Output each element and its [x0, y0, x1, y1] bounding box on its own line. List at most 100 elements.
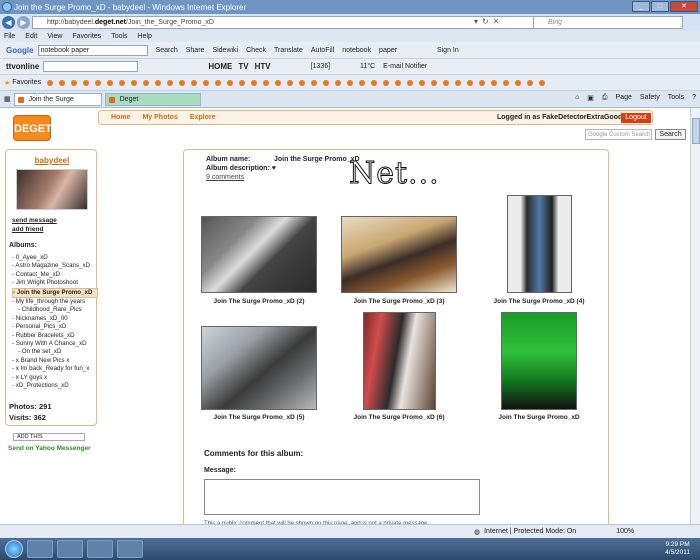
album-link[interactable]: - xD_Protections_xD [12, 382, 98, 390]
sign-in-button[interactable]: Sign In [437, 47, 459, 54]
photo-title[interactable]: Join The Surge Promo_xD (4) [484, 298, 594, 305]
autofill-button[interactable]: AutoFill [311, 47, 334, 54]
favorite-link-icon[interactable] [347, 79, 354, 86]
help-icon[interactable]: ? [692, 94, 696, 102]
photo-title[interactable]: Join The Surge Promo_xD (5) [201, 414, 317, 421]
scrollbar-thumb[interactable] [692, 118, 700, 144]
zoom-level[interactable]: 100% [616, 528, 634, 535]
favorite-link-icon[interactable] [323, 79, 330, 86]
page-menu[interactable]: Page [616, 94, 632, 102]
nav-explore[interactable]: Explore [190, 114, 216, 121]
email-notifier-button[interactable]: E-mail Notifier [383, 63, 427, 70]
favorite-link-icon[interactable] [407, 79, 414, 86]
favorite-link-icon[interactable] [251, 79, 258, 86]
tv-htv-button[interactable]: HTV [255, 62, 271, 71]
favorite-link-icon[interactable] [443, 79, 450, 86]
favorite-link-icon[interactable] [179, 79, 186, 86]
album-link[interactable]: - Astro Magazine_Scans_xD [12, 262, 98, 270]
close-window-button[interactable]: ✕ [670, 1, 698, 12]
favorite-link-icon[interactable] [527, 79, 534, 86]
system-clock[interactable]: 9:29 PM 4/5/2011 [665, 541, 690, 557]
favorite-link-icon[interactable] [95, 79, 102, 86]
photo-thumbnail[interactable] [507, 195, 572, 293]
menu-edit[interactable]: Edit [25, 33, 37, 40]
favorite-link-icon[interactable] [311, 79, 318, 86]
favorite-link-icon[interactable] [83, 79, 90, 86]
favorite-link-icon[interactable] [515, 79, 522, 86]
favorite-link-icon[interactable] [167, 79, 174, 86]
translate-button[interactable]: Translate [274, 47, 303, 54]
photo-thumbnail[interactable] [201, 216, 317, 293]
stop-icon[interactable]: ✕ [493, 17, 500, 26]
weather-temp[interactable]: 11°C [360, 63, 375, 70]
menu-tools[interactable]: Tools [111, 33, 127, 40]
send-yahoo-link[interactable]: Send on Yahoo Messenger [8, 445, 91, 452]
taskbar-ie-icon[interactable] [27, 540, 53, 558]
share-button[interactable]: Share [186, 47, 205, 54]
send-message-link[interactable]: send message [12, 217, 57, 224]
album-link[interactable]: - Jim Wright Photoshoot [12, 279, 98, 287]
tv-counter[interactable]: [1336] [311, 63, 330, 70]
favorite-link-icon[interactable] [131, 79, 138, 86]
photo-thumbnail[interactable] [363, 312, 436, 410]
menu-favorites[interactable]: Favorites [72, 33, 101, 40]
sidewiki-button[interactable]: Sidewiki [212, 47, 238, 54]
album-link[interactable]: - Sonny With A Chance_xD [12, 340, 98, 348]
dropdown-icon[interactable]: ▾ [474, 17, 478, 26]
google-search-input[interactable]: notebook paper [37, 44, 148, 56]
tv-tv-button[interactable]: TV [238, 62, 248, 71]
profile-avatar[interactable] [16, 169, 88, 210]
feeds-icon[interactable]: ▣ [587, 94, 594, 102]
album-link[interactable]: - x Brand New Pics x [12, 357, 98, 365]
favorite-link-icon[interactable] [59, 79, 66, 86]
tools-menu[interactable]: Tools [668, 94, 684, 102]
taskbar-messenger-icon[interactable] [87, 540, 113, 558]
favorite-link-icon[interactable] [455, 79, 462, 86]
tv-toolbar-input[interactable] [43, 61, 139, 72]
favorite-link-icon[interactable] [359, 79, 366, 86]
favorite-link-icon[interactable] [335, 79, 342, 86]
taskbar-explorer-icon[interactable] [57, 540, 83, 558]
album-link[interactable]: - Childhood_Rare_Pics [12, 306, 98, 314]
favorite-link-icon[interactable] [71, 79, 78, 86]
album-link[interactable]: - 0_Ayee_xD [12, 254, 98, 262]
favorite-link-icon[interactable] [383, 79, 390, 86]
album-link[interactable]: - Personal_Pics_xD [12, 323, 98, 331]
favorite-link-icon[interactable] [479, 79, 486, 86]
album-link[interactable]: - Nicknames_xD_00 [12, 315, 98, 323]
print-icon[interactable]: ⎙ [602, 94, 608, 102]
quick-tabs-icon[interactable]: ▦ [4, 95, 11, 103]
url-field[interactable]: http://babydeel.deget.net/Join_the_Surge… [32, 16, 534, 29]
comments-link[interactable]: 9 comments [206, 174, 244, 181]
album-link[interactable]: - My life_through the years [12, 298, 98, 306]
favorite-link-icon[interactable] [299, 79, 306, 86]
refresh-icon[interactable]: ↻ [482, 17, 489, 26]
maximize-button[interactable]: □ [651, 1, 669, 12]
favorite-link-icon[interactable] [419, 79, 426, 86]
favorite-link-icon[interactable] [539, 79, 546, 86]
favorite-link-icon[interactable] [215, 79, 222, 86]
back-button[interactable]: ◀ [2, 16, 15, 29]
nav-home[interactable]: Home [111, 114, 130, 121]
favorite-link-icon[interactable] [275, 79, 282, 86]
menu-help[interactable]: Help [138, 33, 152, 40]
album-link[interactable]: - x LY guys x [12, 374, 98, 382]
profile-username[interactable]: babydeel [6, 156, 98, 165]
photo-thumbnail[interactable] [501, 312, 577, 410]
message-textarea[interactable] [204, 479, 480, 515]
minimize-button[interactable]: _ [632, 1, 650, 12]
favorites-star-icon[interactable]: ★ [4, 79, 10, 87]
favorite-link-icon[interactable] [467, 79, 474, 86]
photo-thumbnail[interactable] [341, 216, 457, 293]
menu-view[interactable]: View [47, 33, 62, 40]
album-link-selected[interactable]: - Join the Surge Promo_xD [12, 287, 98, 299]
tv-home-button[interactable]: HOME [208, 62, 232, 71]
favorite-link-icon[interactable] [107, 79, 114, 86]
photo-title[interactable]: Join The Surge Promo_xD [484, 414, 594, 421]
check-button[interactable]: Check [246, 47, 266, 54]
bing-search-input[interactable]: Bing [533, 16, 683, 29]
google-search-button[interactable]: Search [156, 47, 178, 54]
photo-title[interactable]: Join The Surge Promo_xD (6) [341, 414, 457, 421]
tab-deget[interactable]: Deget [104, 92, 201, 106]
favorite-link-icon[interactable] [503, 79, 510, 86]
